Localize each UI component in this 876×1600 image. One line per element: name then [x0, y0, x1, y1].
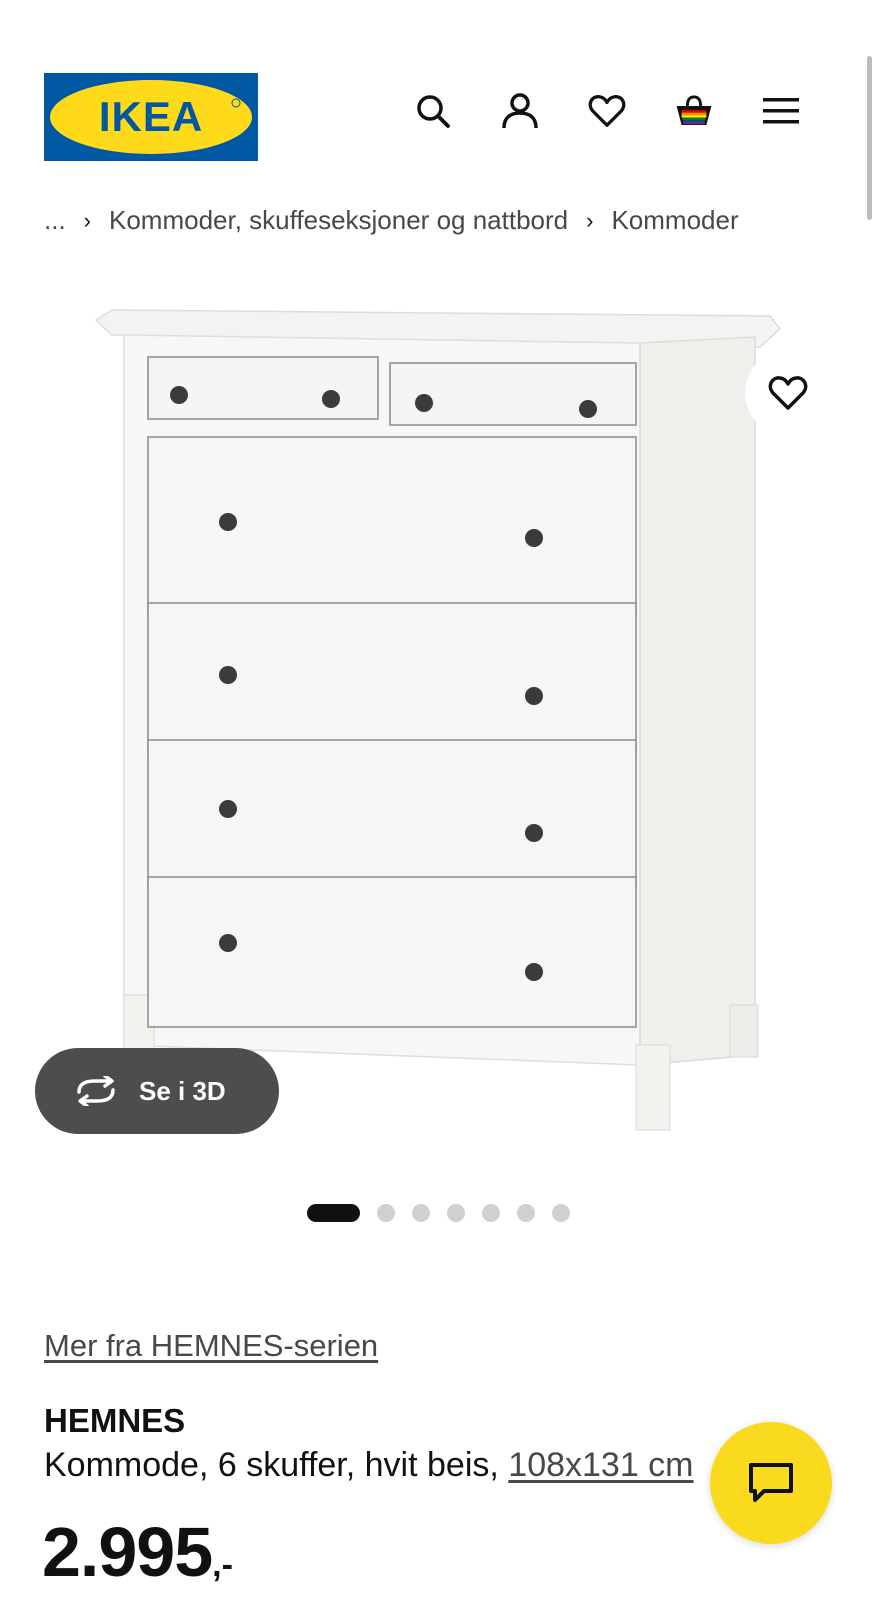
- product-name: HEMNES: [44, 1402, 186, 1439]
- chevron-right-icon: ›: [83, 207, 91, 233]
- breadcrumb-item-dressers[interactable]: Kommoder: [611, 205, 738, 236]
- gallery-dot-4[interactable]: [447, 1204, 465, 1222]
- ikea-logo[interactable]: IKEA: [44, 73, 258, 161]
- heart-icon[interactable]: [588, 92, 626, 130]
- gallery-dot-5[interactable]: [482, 1204, 500, 1222]
- search-icon[interactable]: [414, 92, 452, 130]
- price-integer: 2.995: [42, 1513, 213, 1591]
- gallery-dot-7[interactable]: [552, 1204, 570, 1222]
- chevron-right-icon: ›: [586, 207, 594, 233]
- chat-button[interactable]: [710, 1422, 832, 1544]
- ikea-logo-text: IKEA: [99, 93, 203, 140]
- gallery-dot-1[interactable]: [307, 1204, 360, 1222]
- price-decimal: ,-: [212, 1546, 233, 1584]
- product-description-text: Kommode, 6 skuffer, hvit beis,: [44, 1446, 499, 1484]
- add-to-favourites-button[interactable]: [745, 350, 831, 436]
- rotate-3d-icon: [77, 1076, 115, 1106]
- gallery-dot-2[interactable]: [377, 1204, 395, 1222]
- menu-icon[interactable]: [762, 92, 800, 130]
- header-actions: [414, 92, 800, 130]
- gallery-dot-6[interactable]: [517, 1204, 535, 1222]
- chat-icon: [749, 1463, 793, 1502]
- breadcrumb: ... › Kommoder, skuffeseksjoner og nattb…: [44, 205, 739, 236]
- product-price: 2.995 ,-: [42, 1512, 233, 1592]
- heart-icon: [768, 376, 808, 410]
- site-header: IKEA: [0, 0, 876, 180]
- breadcrumb-ellipsis[interactable]: ...: [44, 205, 66, 236]
- product-dimensions-link[interactable]: 108x131 cm: [508, 1446, 693, 1484]
- gallery-dot-3[interactable]: [412, 1204, 430, 1222]
- view-in-3d-label: Se i 3D: [139, 1075, 226, 1106]
- account-icon[interactable]: [501, 92, 539, 130]
- series-link[interactable]: Mer fra HEMNES-serien: [44, 1328, 378, 1364]
- product-description: Kommode, 6 skuffer, hvit beis, 108x131 c…: [44, 1446, 694, 1485]
- gallery-pagination: [307, 1204, 570, 1222]
- view-in-3d-button[interactable]: Se i 3D: [35, 1048, 279, 1134]
- basket-icon[interactable]: [675, 92, 713, 130]
- breadcrumb-item-dressers-and-nightstands[interactable]: Kommoder, skuffeseksjoner og nattbord: [109, 205, 568, 236]
